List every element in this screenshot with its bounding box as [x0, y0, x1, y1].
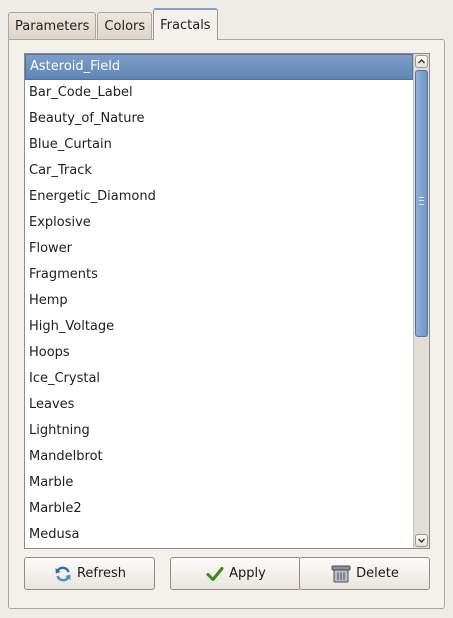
list-item[interactable]: Car_Track: [25, 158, 413, 184]
list-item[interactable]: Blue_Curtain: [25, 132, 413, 158]
refresh-label: Refresh: [76, 566, 127, 581]
tab-bar: Parameters Colors Fractals: [8, 8, 219, 40]
tab-colors[interactable]: Colors: [97, 12, 153, 40]
list-item[interactable]: Marble2: [25, 496, 413, 522]
list-item[interactable]: Energetic_Diamond: [25, 184, 413, 210]
fractals-panel: Asteroid_Field Bar_Code_Label Beauty_of_Na…: [8, 39, 445, 609]
list-item[interactable]: Ice_Crystal: [25, 366, 413, 392]
fractal-list-frame: Asteroid_Field Bar_Code_Label Beauty_of_Na…: [24, 53, 430, 549]
scroll-up-button[interactable]: [415, 55, 428, 68]
trash-icon: [331, 565, 351, 582]
apply-label: Apply: [229, 566, 266, 581]
list-item[interactable]: Explosive: [25, 210, 413, 236]
list-item[interactable]: Marble: [25, 470, 413, 496]
list-item[interactable]: High_Voltage: [25, 314, 413, 340]
list-item[interactable]: Fragments: [25, 262, 413, 288]
list-item[interactable]: Medusa: [25, 522, 413, 548]
checkmark-icon: [206, 566, 224, 581]
list-item[interactable]: Hoops: [25, 340, 413, 366]
tab-label: Fractals: [160, 17, 211, 33]
list-item[interactable]: Bar_Code_Label: [25, 80, 413, 106]
apply-button[interactable]: Apply: [170, 557, 301, 590]
refresh-icon: [55, 566, 71, 581]
vertical-scrollbar[interactable]: [413, 54, 429, 548]
grip-icon: [419, 197, 424, 205]
chevron-down-icon: [418, 538, 425, 543]
list-item[interactable]: Flower: [25, 236, 413, 262]
list-item[interactable]: Beauty_of_Nature: [25, 106, 413, 132]
action-buttons: Refresh Apply Delete: [24, 557, 430, 590]
chevron-up-icon: [418, 59, 425, 64]
tab-label: Colors: [104, 19, 146, 34]
tab-label: Parameters: [15, 19, 90, 34]
refresh-button[interactable]: Refresh: [24, 557, 155, 590]
list-item[interactable]: Asteroid_Field: [25, 54, 413, 80]
scrollbar-thumb[interactable]: [415, 70, 428, 337]
list-item[interactable]: Leaves: [25, 392, 413, 418]
list-item[interactable]: Mandelbrot: [25, 444, 413, 470]
scroll-down-button[interactable]: [415, 534, 428, 547]
delete-label: Delete: [356, 566, 399, 581]
fractal-list[interactable]: Asteroid_Field Bar_Code_Label Beauty_of_Na…: [25, 54, 413, 548]
tab-fractals[interactable]: Fractals: [153, 8, 218, 40]
tab-parameters[interactable]: Parameters: [8, 12, 97, 40]
list-item[interactable]: Hemp: [25, 288, 413, 314]
list-item[interactable]: Lightning: [25, 418, 413, 444]
delete-button[interactable]: Delete: [299, 557, 430, 590]
